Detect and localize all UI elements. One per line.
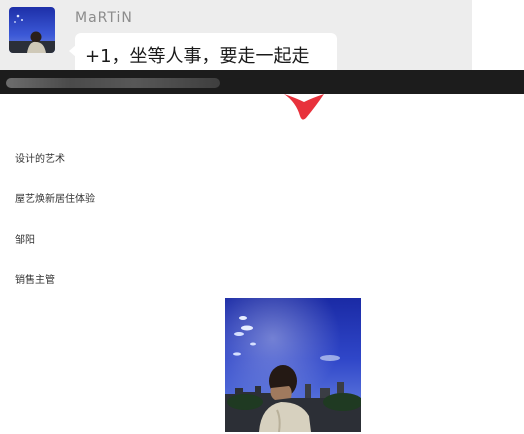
profile-item-name: 邹阳 <box>15 235 35 246</box>
sender-name: MaRTiN <box>75 10 133 26</box>
sender-avatar[interactable] <box>9 7 55 53</box>
blurred-content <box>6 78 220 88</box>
profile-item-tagline: 设计的艺术 <box>15 154 65 165</box>
message-bubble[interactable]: +1，坐等人事，要走一起走 <box>69 33 337 75</box>
dark-header-bar <box>0 70 524 94</box>
profile-item-title: 销售主管 <box>15 275 55 286</box>
profile-item-company: 屋艺焕新居住体验 <box>15 194 95 205</box>
profile-photo[interactable] <box>225 298 361 432</box>
message-text: +1，坐等人事，要走一起走 <box>85 46 310 67</box>
chat-area-margin <box>472 0 524 74</box>
red-curve-icon <box>284 94 324 120</box>
